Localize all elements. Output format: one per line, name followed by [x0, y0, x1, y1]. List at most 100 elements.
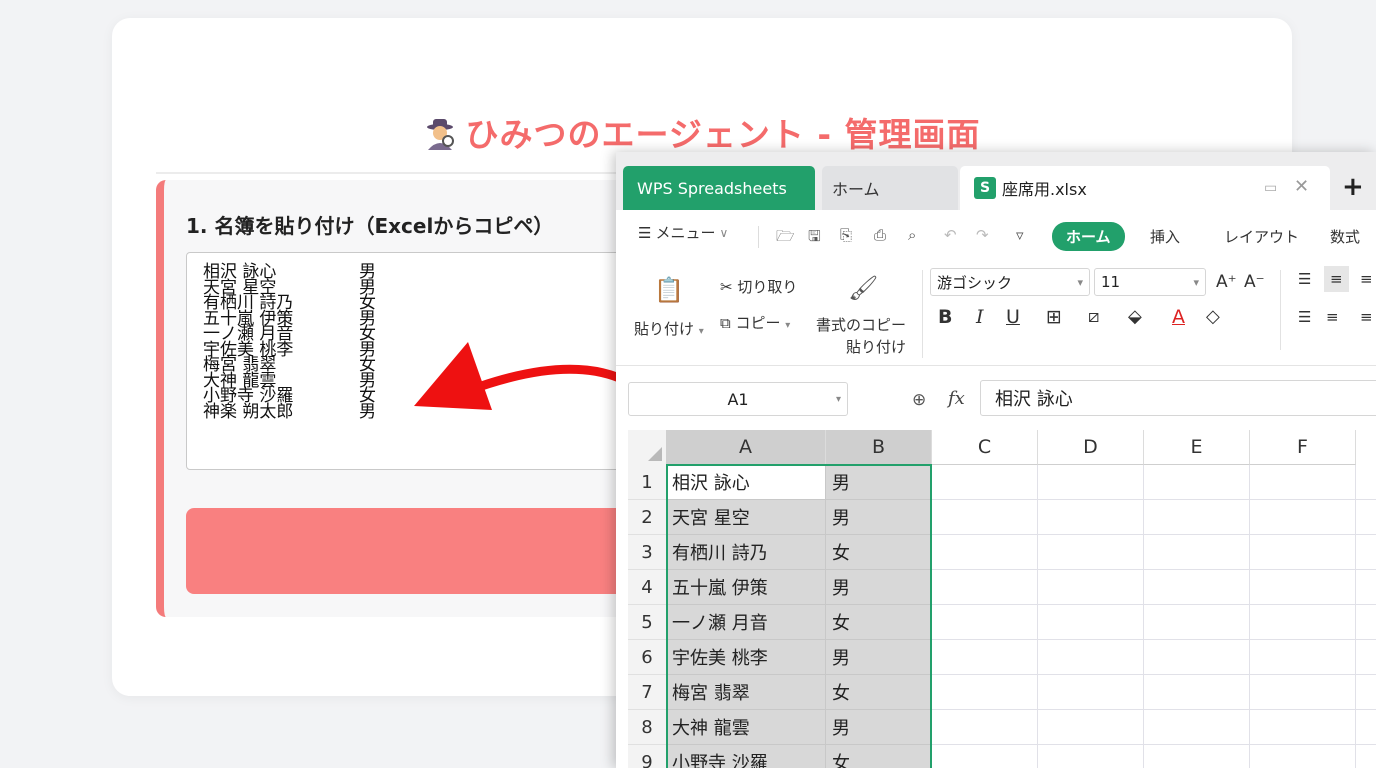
- paste-icon[interactable]: 📋: [654, 276, 684, 304]
- row-header[interactable]: 7: [628, 675, 666, 710]
- tab-wps-spreadsheets[interactable]: WPS Spreadsheets: [623, 166, 815, 210]
- empty-cell[interactable]: [932, 500, 1038, 535]
- print-preview-icon[interactable]: ⌕: [908, 226, 916, 244]
- empty-cell[interactable]: [1356, 675, 1376, 710]
- empty-cell[interactable]: [1144, 640, 1250, 675]
- row-header[interactable]: 2: [628, 500, 666, 535]
- cell-b[interactable]: 男: [826, 710, 932, 745]
- cell-b[interactable]: 女: [826, 675, 932, 710]
- cell-b[interactable]: 女: [826, 535, 932, 570]
- empty-cell[interactable]: [1250, 535, 1356, 570]
- cell-a[interactable]: 宇佐美 桃李: [666, 640, 826, 675]
- empty-cell[interactable]: [1038, 570, 1144, 605]
- row-header[interactable]: 9: [628, 745, 666, 768]
- cell-a[interactable]: 梅宮 翡翠: [666, 675, 826, 710]
- main-menu-button[interactable]: ☰ メニュー ∨: [638, 222, 728, 243]
- empty-cell[interactable]: [1038, 675, 1144, 710]
- print-icon[interactable]: ⎙: [874, 226, 886, 244]
- cell-a[interactable]: 相沢 詠心: [666, 465, 826, 500]
- zoom-icon[interactable]: ⊕: [912, 390, 926, 410]
- empty-cell[interactable]: [1356, 570, 1376, 605]
- empty-cell[interactable]: [1144, 570, 1250, 605]
- cell-a[interactable]: 有栖川 詩乃: [666, 535, 826, 570]
- copy-button[interactable]: ⧉ コピー ▾: [720, 312, 790, 333]
- empty-cell[interactable]: [1356, 500, 1376, 535]
- decrease-font-button[interactable]: A⁻: [1244, 272, 1265, 292]
- cell-b[interactable]: 男: [826, 500, 932, 535]
- column-header-b[interactable]: B: [826, 430, 932, 465]
- cell-b[interactable]: 男: [826, 465, 932, 500]
- empty-cell[interactable]: [1250, 640, 1356, 675]
- empty-cell[interactable]: [1356, 745, 1376, 768]
- empty-cell[interactable]: [1144, 605, 1250, 640]
- empty-cell[interactable]: [932, 465, 1038, 500]
- pin-tab-icon[interactable]: ▭: [1264, 180, 1277, 196]
- empty-cell[interactable]: [932, 640, 1038, 675]
- empty-cell[interactable]: [932, 570, 1038, 605]
- row-header[interactable]: 4: [628, 570, 666, 605]
- cut-button[interactable]: ✂ 切り取り: [720, 276, 797, 297]
- format-painter-icon[interactable]: 🖌: [848, 274, 878, 302]
- export-icon[interactable]: ⎘: [840, 226, 852, 244]
- cell-a[interactable]: 小野寺 沙羅: [666, 745, 826, 768]
- font-name-select[interactable]: 游ゴシック ▾: [930, 268, 1090, 296]
- align-middle-icon[interactable]: ≡: [1324, 266, 1349, 292]
- empty-cell[interactable]: [1038, 535, 1144, 570]
- formula-input[interactable]: 相沢 詠心: [980, 380, 1376, 416]
- ribbon-tab-layout[interactable]: レイアウト: [1224, 226, 1299, 247]
- empty-cell[interactable]: [1356, 535, 1376, 570]
- undo-icon[interactable]: ↶: [944, 226, 957, 244]
- empty-cell[interactable]: [1356, 640, 1376, 675]
- empty-cell[interactable]: [1038, 745, 1144, 768]
- empty-cell[interactable]: [1038, 605, 1144, 640]
- empty-cell[interactable]: [1250, 675, 1356, 710]
- ribbon-tab-formulas[interactable]: 数式: [1330, 226, 1360, 247]
- close-tab-icon[interactable]: ✕: [1294, 176, 1309, 197]
- align-left-icon[interactable]: ☰: [1298, 308, 1311, 326]
- empty-cell[interactable]: [1144, 500, 1250, 535]
- empty-cell[interactable]: [1144, 745, 1250, 768]
- tab-home[interactable]: ホーム: [822, 166, 958, 210]
- function-icon[interactable]: fx: [948, 388, 965, 409]
- bold-button[interactable]: B: [938, 306, 952, 328]
- column-header-d[interactable]: D: [1038, 430, 1144, 465]
- empty-cell[interactable]: [1038, 640, 1144, 675]
- cell-style-icon[interactable]: ⧄: [1088, 306, 1099, 327]
- empty-cell[interactable]: [1144, 710, 1250, 745]
- empty-cell[interactable]: [932, 535, 1038, 570]
- empty-cell[interactable]: [1250, 465, 1356, 500]
- empty-cell[interactable]: [1250, 710, 1356, 745]
- save-icon[interactable]: 🖫: [808, 226, 821, 251]
- cell-a[interactable]: 五十嵐 伊策: [666, 570, 826, 605]
- cell-b[interactable]: 男: [826, 570, 932, 605]
- align-center-icon[interactable]: ≡: [1326, 308, 1339, 326]
- font-size-select[interactable]: 11 ▾: [1094, 268, 1206, 296]
- ribbon-tab-home[interactable]: ホーム: [1052, 222, 1125, 251]
- empty-cell[interactable]: [1144, 465, 1250, 500]
- clear-format-icon[interactable]: ◇: [1206, 306, 1220, 327]
- row-header[interactable]: 5: [628, 605, 666, 640]
- empty-cell[interactable]: [1356, 465, 1376, 500]
- empty-cell[interactable]: [932, 710, 1038, 745]
- italic-button[interactable]: I: [976, 306, 984, 328]
- column-header-f[interactable]: F: [1250, 430, 1356, 465]
- cell-b[interactable]: 男: [826, 640, 932, 675]
- underline-button[interactable]: U: [1006, 306, 1020, 328]
- align-top-icon[interactable]: ☰: [1298, 270, 1311, 288]
- cell-a[interactable]: 一ノ瀬 月音: [666, 605, 826, 640]
- font-color-button[interactable]: A: [1172, 306, 1185, 328]
- empty-cell[interactable]: [1144, 675, 1250, 710]
- borders-icon[interactable]: ⊞: [1046, 306, 1062, 328]
- align-bottom-icon[interactable]: ≡: [1360, 270, 1373, 288]
- cell-b[interactable]: 女: [826, 745, 932, 768]
- fill-color-icon[interactable]: ⬙: [1128, 306, 1142, 327]
- row-header[interactable]: 8: [628, 710, 666, 745]
- new-tab-icon[interactable]: +: [1342, 172, 1364, 202]
- align-right-icon[interactable]: ≡: [1360, 308, 1373, 326]
- column-header-c[interactable]: C: [932, 430, 1038, 465]
- cell-a[interactable]: 大神 龍雲: [666, 710, 826, 745]
- empty-cell[interactable]: [1356, 605, 1376, 640]
- redo-icon[interactable]: ↷: [976, 226, 989, 244]
- empty-cell[interactable]: [932, 605, 1038, 640]
- open-folder-icon[interactable]: 🗁: [776, 226, 795, 251]
